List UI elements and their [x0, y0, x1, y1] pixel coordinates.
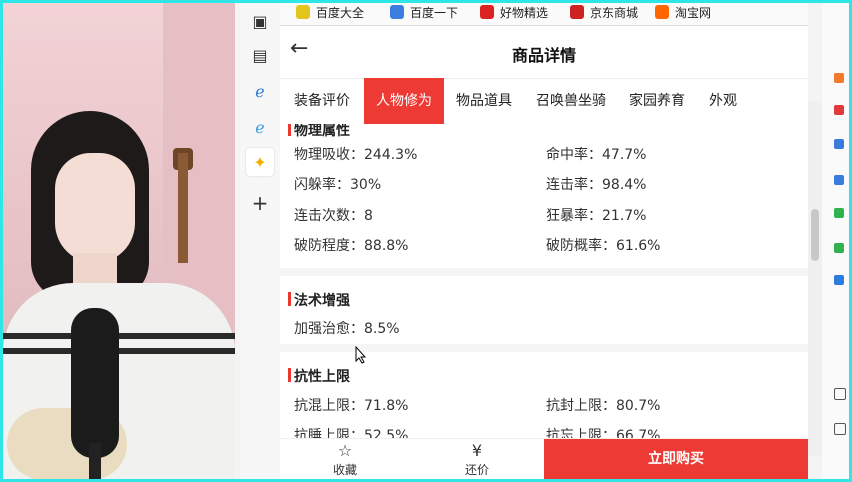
stat-item: 连击次数：8: [294, 208, 373, 224]
add-icon[interactable]: +: [246, 189, 274, 217]
app-icon[interactable]: [834, 73, 844, 83]
yen-coin-icon: ¥: [471, 441, 483, 460]
mouse-cursor-icon: [355, 346, 367, 364]
screen: ▣ ▤ ℯ ℯ ✦ + 百度大全 百度一下 好物精选 京东商城 淘宝网 ← 商品…: [3, 3, 849, 479]
browser-sidebar: ▣ ▤ ℯ ℯ ✦ +: [240, 3, 281, 479]
bargain-button[interactable]: ¥ 还价: [442, 439, 512, 479]
scrollbar[interactable]: [808, 101, 822, 456]
tab-summon-mount[interactable]: 召唤兽坐骑: [526, 78, 616, 124]
bottom-action-bar: ☆ 收藏 ¥ 还价 立即购买: [280, 438, 808, 479]
tab-home[interactable]: 家园养育: [620, 78, 694, 124]
buy-now-button[interactable]: 立即购买: [544, 439, 808, 479]
stat-item: 物理吸收：244.3%: [294, 147, 418, 163]
stat-item: 抗忘上限：66.7%: [546, 428, 661, 438]
right-edge-toolbar: [822, 3, 849, 479]
section-physical: 物理属性 物理吸收：244.3% 命中率：47.7% 闪躲率：30% 连击率：9…: [280, 124, 808, 278]
app-icon[interactable]: [834, 105, 844, 115]
app-icon[interactable]: [834, 243, 844, 253]
browser-e2-icon[interactable]: ℯ: [246, 113, 274, 141]
bookmark-item[interactable]: 好物精选: [480, 4, 548, 21]
category-tabs: 装备评价 人物修为 物品道具 召唤兽坐骑 家园养育 外观: [280, 78, 808, 124]
stat-item: 连击率：98.4%: [546, 177, 647, 193]
stat-item: 破防概率：61.6%: [546, 238, 661, 254]
section-title: 物理属性: [288, 124, 350, 140]
microphone: [71, 308, 119, 458]
window-icon[interactable]: [834, 423, 846, 435]
stat-item: 命中率：47.7%: [546, 147, 647, 163]
favorite-button[interactable]: ☆ 收藏: [310, 439, 380, 479]
window-icon[interactable]: [834, 388, 846, 400]
app-icon[interactable]: [834, 139, 844, 149]
tab-appearance[interactable]: 外观: [698, 78, 748, 124]
stat-item: 狂暴率：21.7%: [546, 208, 647, 224]
app-icon[interactable]: [834, 275, 844, 285]
tab-character-cultivation[interactable]: 人物修为: [364, 78, 444, 124]
stat-item: 抗封上限：80.7%: [546, 398, 661, 414]
calendar-icon[interactable]: ▤: [246, 41, 274, 69]
stat-item: 抗睡上限：52.5%: [294, 428, 409, 438]
tab-equipment-review[interactable]: 装备评价: [284, 78, 360, 124]
stat-item: 闪躲率：30%: [294, 177, 382, 193]
tabs-icon[interactable]: ▣: [246, 7, 274, 35]
bookmark-bar: 百度大全 百度一下 好物精选 京东商城 淘宝网: [280, 3, 808, 26]
stat-item: 抗混上限：71.8%: [294, 398, 409, 414]
section-resist: 抗性上限 抗混上限：71.8% 抗封上限：80.7% 抗睡上限：52.5% 抗忘…: [280, 352, 808, 438]
section-title: 法术增强: [288, 290, 350, 310]
divider: [280, 268, 808, 276]
game-app-icon[interactable]: ✦: [246, 148, 274, 176]
stat-item: 加强治愈：8.5%: [294, 321, 400, 337]
browser-e-icon[interactable]: ℯ: [246, 77, 274, 105]
page-header: ← 商品详情: [280, 26, 808, 79]
attribute-list: 物理属性 物理吸收：244.3% 命中率：47.7% 闪躲率：30% 连击率：9…: [280, 124, 808, 438]
section-title: 抗性上限: [288, 366, 350, 386]
page-title: 商品详情: [511, 46, 576, 65]
product-detail-panel: ← 商品详情 装备评价 人物修为 物品道具 召唤兽坐骑 家园养育 外观 物理属性…: [280, 26, 808, 479]
bookmark-item[interactable]: 百度一下: [390, 4, 458, 21]
tab-items[interactable]: 物品道具: [448, 78, 520, 124]
bookmark-item[interactable]: 京东商城: [570, 4, 638, 21]
bookmark-item[interactable]: 百度大全: [296, 4, 364, 21]
section-magic: 法术增强 加强治愈：8.5%: [280, 276, 808, 344]
webcam-overlay: [3, 3, 235, 479]
stat-item: 破防程度：88.8%: [294, 238, 409, 254]
bookmark-item[interactable]: 淘宝网: [655, 4, 711, 21]
app-icon[interactable]: [834, 175, 844, 185]
app-icon[interactable]: [834, 208, 844, 218]
scrollbar-thumb[interactable]: [811, 209, 819, 261]
star-icon: ☆: [337, 441, 353, 460]
